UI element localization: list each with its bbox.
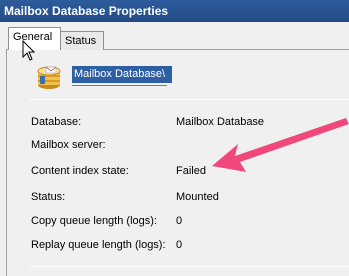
label-copy-queue: Copy queue length (logs): — [31, 215, 157, 227]
value-status: Mounted — [176, 191, 219, 203]
database-name-field[interactable]: Mailbox Database\ — [72, 66, 172, 83]
separator-top — [30, 99, 349, 100]
row-copy-queue: Copy queue length (logs): 0 — [0, 213, 349, 231]
name-field-underline — [72, 85, 167, 86]
row-content-index-state: Content index state: Failed — [0, 163, 349, 181]
row-replay-queue: Replay queue length (logs): 0 — [0, 237, 349, 255]
window-title: Mailbox Database Properties — [0, 0, 349, 22]
tab-status[interactable]: Status — [60, 31, 104, 50]
label-content-index-state: Content index state: — [31, 165, 129, 177]
row-database: Database: Mailbox Database — [0, 114, 349, 132]
separator-bottom — [30, 266, 349, 267]
label-status: Status: — [31, 191, 66, 203]
value-database: Mailbox Database — [176, 116, 265, 128]
mouse-pointer-icon — [22, 39, 36, 62]
value-content-index-state: Failed — [176, 165, 206, 177]
value-replay-queue: 0 — [176, 239, 183, 251]
value-copy-queue: 0 — [176, 215, 183, 227]
label-mailbox-server: Mailbox server: — [31, 139, 106, 151]
row-mailbox-server: Mailbox server: — [0, 137, 349, 155]
label-database: Database: — [31, 116, 82, 128]
label-replay-queue: Replay queue length (logs): — [31, 239, 166, 251]
row-status: Status: Mounted — [0, 189, 349, 207]
database-icon — [36, 64, 62, 90]
